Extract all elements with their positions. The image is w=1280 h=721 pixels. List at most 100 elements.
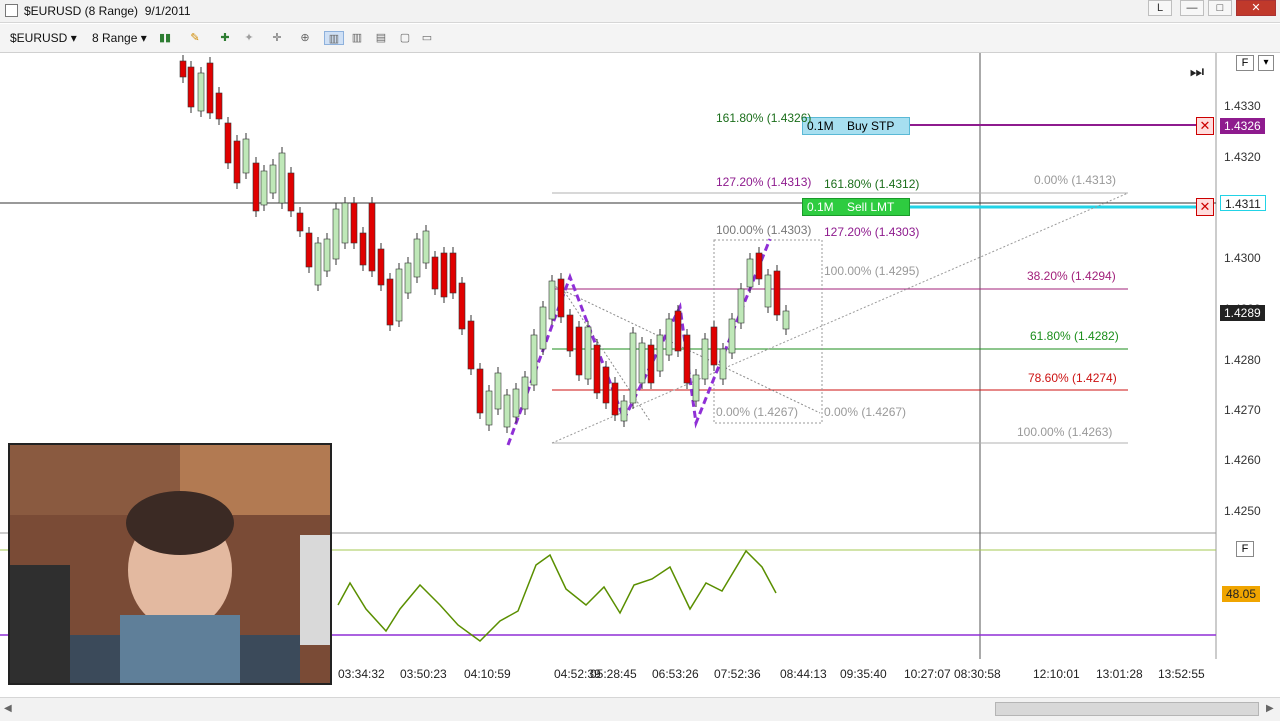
candlestick <box>260 170 268 206</box>
time-axis-label: 05:28:45 <box>590 667 637 681</box>
candlestick <box>224 122 232 164</box>
candlestick <box>278 152 286 204</box>
candlestick <box>773 270 781 316</box>
candlestick <box>692 374 700 402</box>
chart-style-icon[interactable]: ▮▮ <box>158 31 172 45</box>
sell-order-price-box: 1.4311 <box>1220 195 1266 211</box>
candlestick <box>269 164 277 194</box>
zoom-icon[interactable]: ⊕ <box>298 31 312 45</box>
fib-label: 78.60% (1.4274) <box>1028 371 1117 385</box>
sell-order-label: Sell LMT <box>847 200 895 214</box>
data-box-icon[interactable]: ▤ <box>374 31 388 45</box>
candlestick-icon[interactable]: ▥ <box>350 31 364 45</box>
fib-label: 0.00% (1.4313) <box>1034 173 1117 187</box>
candlestick <box>242 138 250 174</box>
candlestick <box>377 248 385 286</box>
fib-label: 100.00% (1.4295) <box>824 264 920 278</box>
candlestick <box>755 252 763 280</box>
time-axis-label: 12:10:01 <box>1033 667 1080 681</box>
candlestick <box>782 310 790 330</box>
candlestick <box>665 318 673 356</box>
candlestick <box>728 318 736 354</box>
scroll-left-icon[interactable]: ◀ <box>4 703 12 714</box>
chevron-down-icon: ▾ <box>70 31 77 45</box>
time-axis-label: 06:53:26 <box>652 667 699 681</box>
candlestick <box>197 72 205 112</box>
candlestick <box>404 262 412 294</box>
horizontal-scrollbar[interactable]: ◀ ▶ <box>0 697 1280 721</box>
scrollbar-thumb[interactable] <box>995 702 1259 716</box>
scroll-to-end-icon[interactable]: ⏭ <box>1186 63 1208 83</box>
candlestick <box>737 288 745 324</box>
time-axis-label: 07:52:36 <box>714 667 761 681</box>
drawing-tool-icon[interactable]: ✎ <box>188 31 202 45</box>
price-axis-label: 1.4330 <box>1224 99 1261 113</box>
price-axis-label: 1.4250 <box>1224 504 1261 518</box>
candlestick <box>710 326 718 366</box>
fib-label: 127.20% (1.4303) <box>824 225 920 239</box>
instrument-selector[interactable]: $EURUSD ▾ <box>10 31 77 45</box>
window-title: $EURUSD (8 Range) 9/1/2011 <box>24 4 191 18</box>
template-icon[interactable]: ▭ <box>420 31 434 45</box>
candlestick <box>233 140 241 184</box>
candlestick <box>521 376 529 410</box>
fib-label: 100.00% (1.4263) <box>1017 425 1113 439</box>
candlestick <box>350 202 358 244</box>
time-axis-label: 03:50:23 <box>400 667 447 681</box>
link-button[interactable]: L <box>1148 0 1172 16</box>
crosshair-icon[interactable]: ✛ <box>270 31 284 45</box>
indicator-f-button[interactable]: F <box>1236 541 1254 557</box>
candlestick <box>593 344 601 394</box>
bar-type-selector[interactable]: 8 Range ▾ <box>92 31 147 45</box>
sell-order-tag[interactable]: 0.1M Sell LMT <box>802 198 910 216</box>
time-axis-label: 08:30:58 <box>954 667 1001 681</box>
chevron-down-icon[interactable]: ▾ <box>1258 55 1274 71</box>
price-axis-label: 1.4280 <box>1224 353 1261 367</box>
candlestick <box>359 232 367 266</box>
candlestick <box>458 282 466 330</box>
strategy-icon[interactable]: ✦ <box>242 31 256 45</box>
candlestick <box>719 348 727 380</box>
fib-label: 127.20% (1.4313) <box>716 175 812 189</box>
candlestick <box>215 92 223 120</box>
candlestick <box>503 394 511 428</box>
close-button[interactable]: ✕ <box>1236 0 1276 16</box>
candlestick <box>467 320 475 370</box>
properties-icon[interactable]: ▢ <box>398 31 412 45</box>
fib-label: 0.00% (1.4267) <box>716 405 799 419</box>
candlestick <box>611 382 619 416</box>
candlestick <box>575 326 583 376</box>
scroll-right-icon[interactable]: ▶ <box>1266 703 1274 714</box>
candlestick <box>638 342 646 384</box>
candlestick <box>440 252 448 298</box>
candlestick <box>368 202 376 272</box>
candlestick <box>764 274 772 308</box>
candlestick <box>341 202 349 244</box>
cancel-buy-order-icon[interactable]: ✕ <box>1196 117 1214 135</box>
indicator-line <box>337 549 777 642</box>
minimize-button[interactable]: — <box>1180 0 1204 16</box>
candlestick <box>476 368 484 414</box>
cancel-sell-order-icon[interactable]: ✕ <box>1196 198 1214 216</box>
candlestick <box>566 314 574 352</box>
candlestick <box>413 238 421 278</box>
add-indicator-icon[interactable]: ✚ <box>218 31 232 45</box>
maximize-button[interactable]: □ <box>1208 0 1232 16</box>
candlestick <box>602 366 610 404</box>
current-price-box: 1.4289 <box>1220 305 1265 321</box>
panel-f-button[interactable]: F <box>1236 55 1254 71</box>
candlestick <box>485 390 493 426</box>
candlestick <box>206 62 214 114</box>
candlestick <box>701 338 709 380</box>
window-titlebar: $EURUSD (8 Range) 9/1/2011 L — □ ✕ <box>0 0 1280 23</box>
candlestick <box>252 162 260 212</box>
price-axis-label: 1.4260 <box>1224 453 1261 467</box>
candlestick <box>323 238 331 272</box>
candlestick <box>386 278 394 326</box>
buy-order-price-box: 1.4326 <box>1220 118 1265 134</box>
sell-order-qty: 0.1M <box>807 200 834 214</box>
candlestick <box>647 344 655 384</box>
fib-label: 0.00% (1.4267) <box>824 405 907 419</box>
buy-order-tag[interactable]: 0.1M Buy STP <box>802 117 910 135</box>
bar-chart-icon[interactable]: ▥ <box>324 31 344 45</box>
